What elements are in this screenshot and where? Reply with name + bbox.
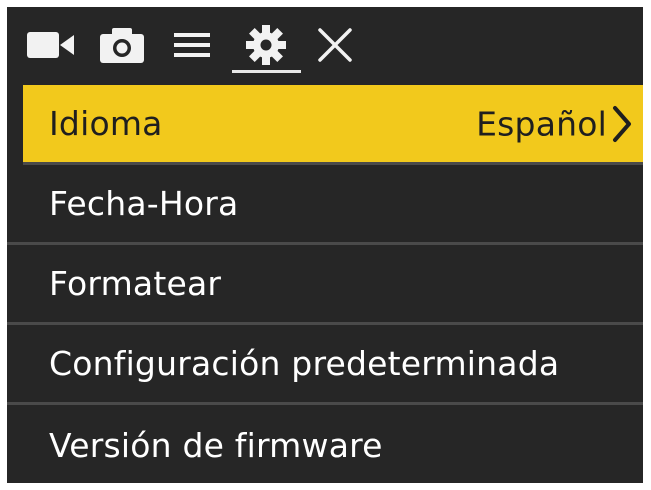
menu-item-label: Formatear xyxy=(49,264,222,303)
camera-settings-screen: Idioma Español Fecha-Hora Formatear Conf… xyxy=(7,7,643,483)
menu-item-value: Español xyxy=(476,104,607,143)
close-icon[interactable] xyxy=(315,23,355,67)
menu-item-idioma[interactable]: Idioma Español xyxy=(23,85,643,165)
menu-item-label: Idioma xyxy=(49,104,163,143)
settings-menu: Idioma Español Fecha-Hora Formatear Conf… xyxy=(7,85,643,483)
menu-item-configuracion-predeterminada[interactable]: Configuración predeterminada xyxy=(7,325,643,405)
chevron-right-icon xyxy=(613,105,631,142)
menu-item-label: Fecha-Hora xyxy=(49,184,239,223)
menu-item-label: Versión de firmware xyxy=(49,425,383,465)
menu-item-fecha-hora[interactable]: Fecha-Hora xyxy=(7,165,643,245)
menu-lines-icon[interactable] xyxy=(173,23,211,67)
photo-camera-icon[interactable] xyxy=(99,23,145,67)
menu-item-version-firmware[interactable]: Versión de firmware xyxy=(7,405,643,483)
active-tab-indicator xyxy=(232,70,301,73)
gear-icon[interactable] xyxy=(242,23,290,67)
video-camera-icon[interactable] xyxy=(25,23,77,67)
menu-item-formatear[interactable]: Formatear xyxy=(7,245,643,325)
menu-item-label: Configuración predeterminada xyxy=(49,344,560,383)
top-toolbar xyxy=(7,7,643,85)
